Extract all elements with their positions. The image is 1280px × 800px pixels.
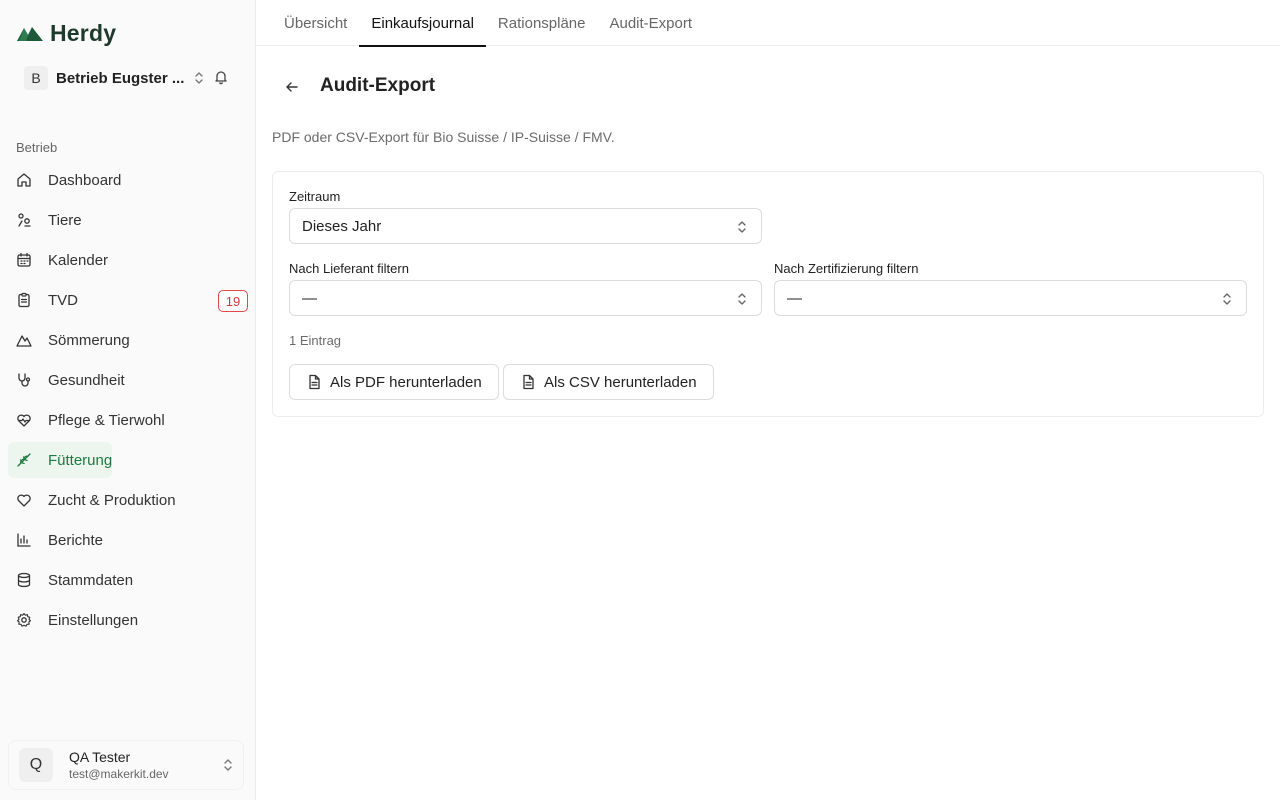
sidebar-item-tvd[interactable]: TVD 19 xyxy=(8,282,248,318)
download-csv-button[interactable]: Als CSV herunterladen xyxy=(503,364,714,400)
supplier-filter-label: Nach Lieferant filtern xyxy=(289,261,409,276)
calendar-icon xyxy=(16,252,32,268)
sidebar-item-pflege[interactable]: Pflege & Tierwohl xyxy=(8,402,248,438)
chevron-up-down-icon xyxy=(194,71,204,85)
sidebar-item-label: Gesundheit xyxy=(48,371,125,389)
file-text-icon xyxy=(520,374,536,390)
sidebar-item-label: Pflege & Tierwohl xyxy=(48,411,165,429)
bar-chart-icon xyxy=(16,532,32,548)
sidebar-item-label: Kalender xyxy=(48,251,109,269)
user-menu[interactable]: Q QA Tester test@makerkit.dev xyxy=(8,740,244,790)
sidebar-item-fuetterung[interactable]: Fütterung xyxy=(8,442,112,478)
sidebar-item-label: TVD xyxy=(48,291,78,309)
heart-icon xyxy=(16,492,32,508)
sidebar-item-zucht[interactable]: Zucht & Produktion xyxy=(8,482,248,518)
sidebar-item-label: Stammdaten xyxy=(48,571,134,589)
period-select[interactable]: Dieses Jahr xyxy=(289,208,762,244)
arrow-left-icon xyxy=(286,82,298,92)
org-name: Betrieb Eugster ... xyxy=(56,69,185,87)
home-icon xyxy=(16,172,32,188)
database-icon xyxy=(16,572,32,588)
feeding-tabs: Übersicht Einkaufsjournal Rationspläne A… xyxy=(256,0,1280,47)
tvd-count-badge: 19 xyxy=(218,290,248,312)
sidebar-item-berichte[interactable]: Berichte xyxy=(8,522,248,558)
stethoscope-icon xyxy=(16,372,32,388)
brand-name: Herdy xyxy=(50,19,117,46)
chevron-up-down-icon xyxy=(737,220,747,234)
herdy-logo-icon xyxy=(17,27,43,41)
tab-rationsplaene[interactable]: Rationspläne xyxy=(486,0,598,46)
page-description: PDF oder CSV-Export für Bio Suisse / IP-… xyxy=(272,129,615,145)
page-title: Audit-Export xyxy=(320,75,436,96)
sidebar-item-label: Fütterung xyxy=(48,451,113,469)
brand[interactable]: Herdy xyxy=(16,18,116,48)
sidebar-item-einstellungen[interactable]: Einstellungen xyxy=(8,602,248,638)
sidebar-nav: Dashboard Tiere Kalender TVD 19 Sömmerun… xyxy=(8,162,248,642)
period-select-value: Dieses Jahr xyxy=(302,217,382,235)
download-csv-label: Als CSV herunterladen xyxy=(544,373,697,391)
back-button[interactable] xyxy=(280,75,304,99)
sidebar-item-label: Tiere xyxy=(48,211,82,229)
download-pdf-button[interactable]: Als PDF herunterladen xyxy=(289,364,499,400)
heart-pulse-icon xyxy=(16,412,32,428)
chevron-up-down-icon xyxy=(1222,292,1232,306)
sidebar-item-label: Sömmerung xyxy=(48,331,130,349)
chevron-up-down-icon xyxy=(737,292,747,306)
supplier-filter-value: — xyxy=(302,289,317,307)
gear-icon xyxy=(16,612,32,628)
wheat-icon xyxy=(16,452,32,468)
period-label: Zeitraum xyxy=(289,189,341,204)
clipboard-icon xyxy=(16,292,32,308)
nav-heading: Betrieb xyxy=(16,140,58,155)
user-name: QA Tester xyxy=(69,749,131,765)
sidebar-item-dashboard[interactable]: Dashboard xyxy=(8,162,248,198)
certification-filter-label: Nach Zertifizierung filtern xyxy=(774,261,919,276)
entry-count: 1 Eintrag xyxy=(289,333,342,348)
chevron-up-down-icon xyxy=(223,758,233,772)
org-switcher[interactable]: B Betrieb Eugster ... xyxy=(16,62,240,94)
avatar: Q xyxy=(19,748,53,782)
export-form-card: Zeitraum Dieses Jahr Nach Lieferant filt… xyxy=(272,171,1264,417)
mountain-icon xyxy=(16,332,32,348)
sidebar-item-kalender[interactable]: Kalender xyxy=(8,242,248,278)
sidebar-item-stammdaten[interactable]: Stammdaten xyxy=(8,562,248,598)
sidebar-item-label: Einstellungen xyxy=(48,611,139,629)
tab-audit-export[interactable]: Audit-Export xyxy=(597,0,704,46)
certification-filter-value: — xyxy=(787,289,802,307)
tab-einkaufsjournal[interactable]: Einkaufsjournal xyxy=(359,0,486,47)
download-pdf-label: Als PDF herunterladen xyxy=(330,373,482,391)
animals-icon xyxy=(16,212,32,228)
sidebar-item-tiere[interactable]: Tiere xyxy=(8,202,248,238)
certification-filter-select[interactable]: — xyxy=(774,280,1247,316)
sidebar-item-label: Berichte xyxy=(48,531,104,549)
tab-uebersicht[interactable]: Übersicht xyxy=(272,0,359,46)
bell-icon[interactable] xyxy=(213,69,229,85)
sidebar-item-label: Zucht & Produktion xyxy=(48,491,176,509)
sidebar-item-soemmerung[interactable]: Sömmerung xyxy=(8,322,248,358)
file-text-icon xyxy=(306,374,322,390)
sidebar-item-gesundheit[interactable]: Gesundheit xyxy=(8,362,248,398)
user-email: test@makerkit.dev xyxy=(69,767,169,781)
supplier-filter-select[interactable]: — xyxy=(289,280,762,316)
sidebar: Herdy B Betrieb Eugster ... Betrieb Dash… xyxy=(0,0,256,800)
sidebar-item-label: Dashboard xyxy=(48,171,122,189)
org-avatar: B xyxy=(24,66,48,90)
